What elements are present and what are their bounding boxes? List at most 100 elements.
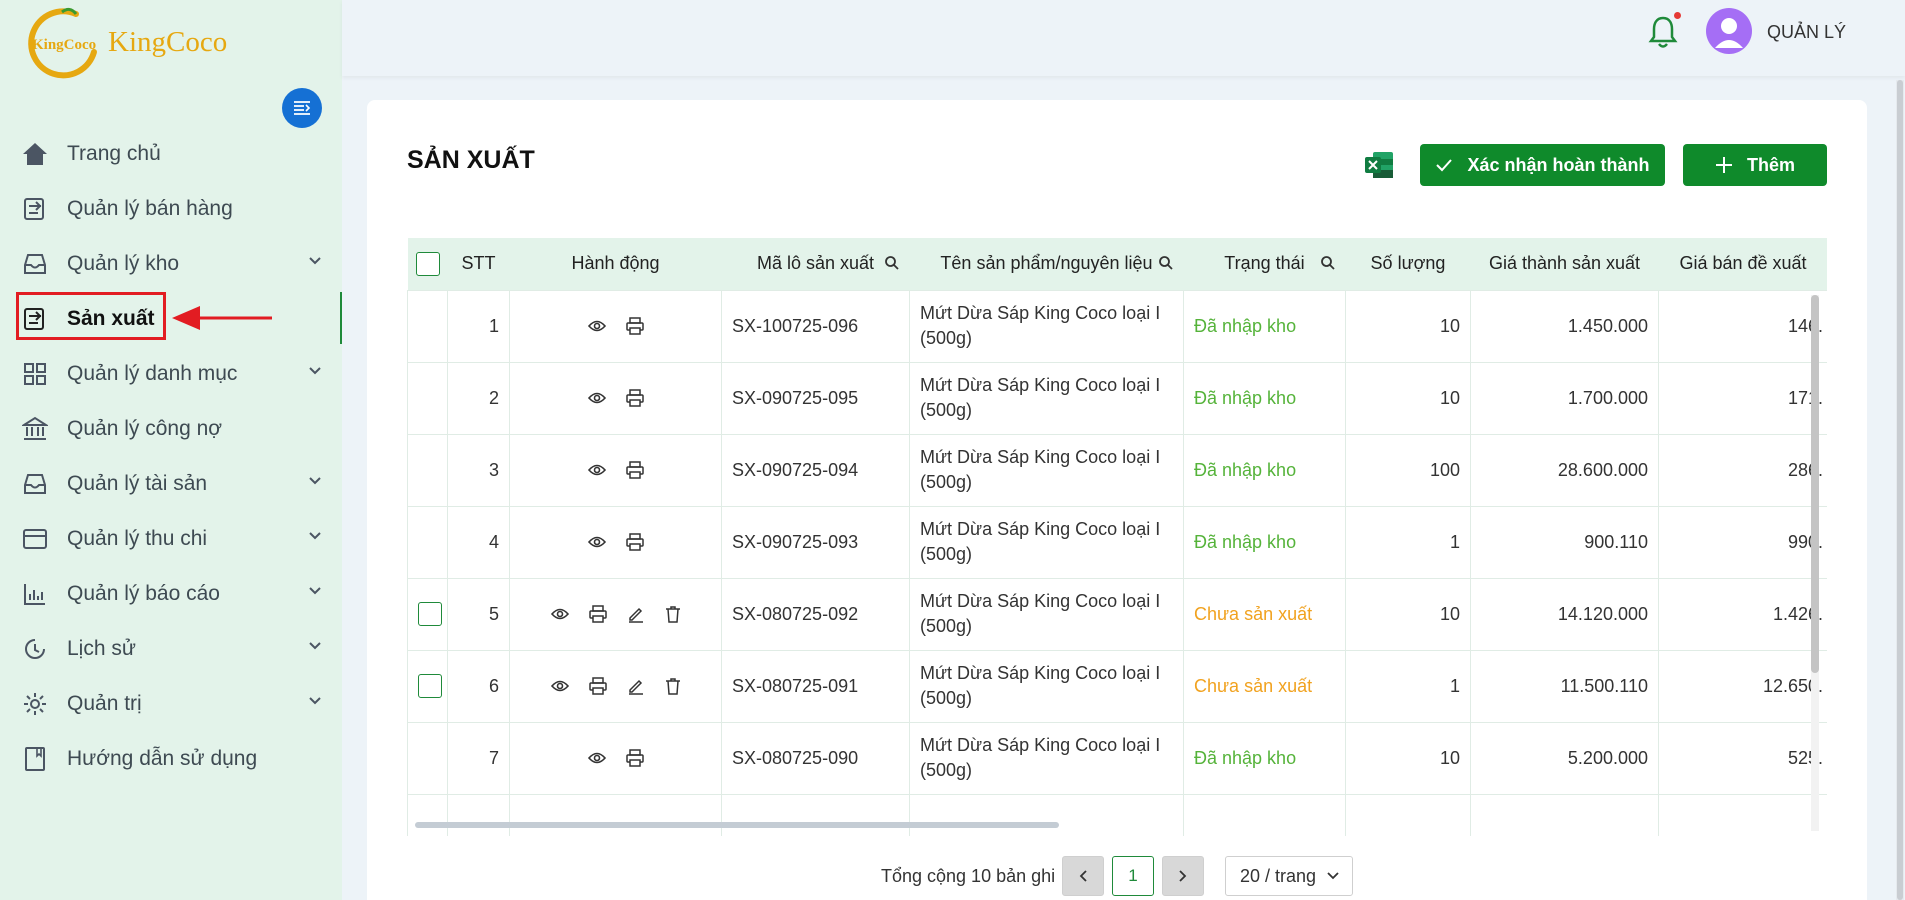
- row-checkbox[interactable]: [418, 602, 442, 626]
- sidebar-item-label: Hướng dẫn sử dụng: [67, 746, 258, 770]
- print-icon[interactable]: [625, 317, 644, 335]
- table-row[interactable]: 5 SX-080725-092 Mứt Dừa Sáp King Coco lo…: [407, 577, 1827, 651]
- cell-price: 146.: [1658, 289, 1827, 363]
- sidebar-item-quan-ly-cong-no[interactable]: Quản lý công nợ: [0, 401, 342, 456]
- cell-qty: 10: [1345, 289, 1471, 363]
- table-row[interactable]: 1 SX-100725-096 Mứt Dừa Sáp King Coco lo…: [407, 289, 1827, 363]
- table-horizontal-scrollbar-thumb[interactable]: [415, 822, 1059, 828]
- cell-name: Mứt Dừa Sáp King Coco loại I (500g): [909, 289, 1184, 363]
- table-body: 1 SX-100725-096 Mứt Dừa Sáp King Coco lo…: [407, 289, 1827, 836]
- cell-name: Mứt Dừa Sáp King Coco loại I (500g): [909, 361, 1184, 435]
- print-icon[interactable]: [588, 605, 607, 623]
- pagination: Tổng cộng 10 bản ghi 1 20 / trang: [367, 856, 1867, 896]
- header-select-all[interactable]: [408, 238, 448, 290]
- cell-status: Đã nhập kho: [1183, 289, 1346, 363]
- sidebar-item-label: Quản lý thu chi: [67, 526, 208, 550]
- page-button-current[interactable]: 1: [1112, 856, 1154, 896]
- cell-stt: 2: [447, 361, 510, 435]
- sidebar-item-quan-ly-thu-chi[interactable]: Quản lý thu chi: [0, 511, 342, 566]
- cell-stt: 4: [447, 505, 510, 579]
- user-avatar[interactable]: [1706, 8, 1752, 54]
- print-icon[interactable]: [588, 677, 607, 695]
- table-vertical-scrollbar-thumb[interactable]: [1811, 295, 1819, 673]
- sidebar-item-quan-ly-ban-hang[interactable]: Quản lý bán hàng: [0, 181, 342, 236]
- notification-bell-icon[interactable]: [1646, 14, 1680, 50]
- chevron-down-icon: [309, 477, 321, 485]
- next-page-button[interactable]: [1162, 856, 1204, 896]
- cell-price: 525.: [1658, 721, 1827, 795]
- edit-icon[interactable]: [627, 605, 645, 623]
- edit-icon[interactable]: [627, 677, 645, 695]
- excel-export-icon[interactable]: [1363, 150, 1395, 180]
- sidebar-item-label: Trang chủ: [67, 141, 161, 165]
- view-icon[interactable]: [587, 391, 606, 405]
- header-actions: Hành động: [571, 253, 660, 274]
- cell-status: Đã nhập kho: [1183, 505, 1346, 579]
- add-button[interactable]: Thêm: [1683, 144, 1827, 186]
- cell-status: Đã nhập kho: [1183, 433, 1346, 507]
- sidebar-item-quan-tri[interactable]: Quản trị: [0, 676, 342, 731]
- sidebar: KingCoco KingCoco Trang chủ Quản lý bán …: [0, 0, 342, 900]
- view-icon[interactable]: [587, 319, 606, 333]
- sidebar-item-quan-ly-tai-san[interactable]: Quản lý tài sản: [0, 456, 342, 511]
- chevron-down-icon: [309, 367, 321, 375]
- collapse-sidebar-button[interactable]: [282, 88, 322, 128]
- header-qty: Số lượng: [1370, 253, 1446, 274]
- table-row[interactable]: 4 SX-090725-093 Mứt Dừa Sáp King Coco lo…: [407, 505, 1827, 579]
- inbox-icon: [24, 253, 46, 274]
- view-icon[interactable]: [550, 679, 569, 693]
- sidebar-item-quan-ly-danh-muc[interactable]: Quản lý danh mục: [0, 346, 342, 401]
- table-vertical-scrollbar[interactable]: [1811, 295, 1819, 831]
- user-name[interactable]: QUẢN LÝ: [1767, 22, 1846, 43]
- sidebar-item-quan-ly-kho[interactable]: Quản lý kho: [0, 236, 342, 291]
- search-icon[interactable]: [1320, 255, 1336, 271]
- header-name-label: Tên sản phẩm/nguyên liệu: [940, 253, 1153, 274]
- cell-name: Mứt Dừa Sáp King Coco loại I (500g): [909, 433, 1184, 507]
- page-size-select[interactable]: 20 / trang: [1225, 856, 1353, 896]
- page-scrollbar-thumb[interactable]: [1897, 80, 1903, 900]
- header-status-label: Trạng thái: [1224, 253, 1305, 274]
- table-row[interactable]: 3 SX-090725-094 Mứt Dừa Sáp King Coco lo…: [407, 433, 1827, 507]
- print-icon[interactable]: [625, 533, 644, 551]
- home-icon: [23, 142, 47, 165]
- row-checkbox[interactable]: [418, 674, 442, 698]
- cell-price: 990.: [1658, 505, 1827, 579]
- kingcoco-logo[interactable]: KingCoco: [24, 6, 104, 80]
- prev-page-button[interactable]: [1062, 856, 1104, 896]
- view-icon[interactable]: [587, 751, 606, 765]
- cell-stt: 3: [447, 433, 510, 507]
- chevron-down-icon: [309, 257, 321, 265]
- delete-icon[interactable]: [665, 605, 681, 623]
- wallet-icon: [23, 528, 47, 549]
- search-icon[interactable]: [884, 255, 900, 271]
- search-icon[interactable]: [1158, 255, 1174, 271]
- cell-status: Đã nhập kho: [1183, 721, 1346, 795]
- view-icon[interactable]: [550, 607, 569, 621]
- logo-text: KingCoco: [108, 26, 228, 58]
- view-icon[interactable]: [587, 463, 606, 477]
- table-row[interactable]: 6 SX-080725-091 Mứt Dừa Sáp King Coco lo…: [407, 649, 1827, 723]
- sidebar-item-lich-su[interactable]: Lịch sử: [0, 621, 342, 676]
- sidebar-item-quan-ly-bao-cao[interactable]: Quản lý báo cáo: [0, 566, 342, 621]
- sidebar-item-trang-chu[interactable]: Trang chủ: [0, 126, 342, 181]
- view-icon[interactable]: [587, 535, 606, 549]
- gear-icon: [24, 692, 46, 715]
- table-horizontal-scrollbar[interactable]: [415, 822, 1827, 830]
- print-icon[interactable]: [625, 461, 644, 479]
- cell-cost: 28.600.000: [1470, 433, 1659, 507]
- delete-icon[interactable]: [665, 677, 681, 695]
- cell-cost: 1.700.000: [1470, 361, 1659, 435]
- cell-price: 12.650.: [1658, 649, 1827, 723]
- page-scrollbar[interactable]: [1896, 80, 1904, 900]
- table-row[interactable]: 7 SX-080725-090 Mứt Dừa Sáp King Coco lo…: [407, 721, 1827, 795]
- table-row[interactable]: 2 SX-090725-095 Mứt Dừa Sáp King Coco lo…: [407, 361, 1827, 435]
- print-icon[interactable]: [625, 749, 644, 767]
- cell-actions: [509, 505, 722, 579]
- select-all-checkbox[interactable]: [415, 251, 440, 276]
- logo-mark-text: KingCoco: [32, 37, 96, 53]
- cell-status: Đã nhập kho: [1183, 361, 1346, 435]
- print-icon[interactable]: [625, 389, 644, 407]
- highlight-box: [16, 292, 166, 340]
- confirm-complete-button[interactable]: Xác nhận hoàn thành: [1420, 144, 1665, 186]
- sidebar-item-huong-dan-su-dung[interactable]: Hướng dẫn sử dụng: [0, 731, 342, 786]
